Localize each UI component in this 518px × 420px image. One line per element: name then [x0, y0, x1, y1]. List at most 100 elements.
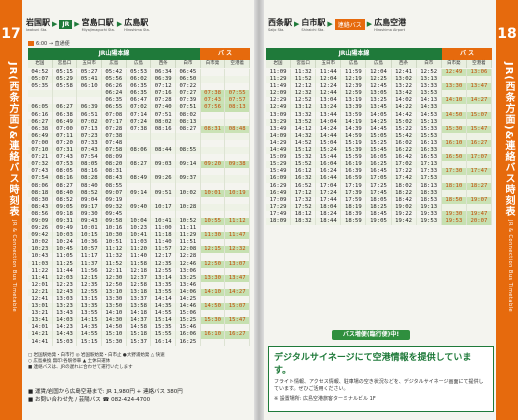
page-number-left: 17: [1, 26, 21, 42]
time-cell: 15:33: [417, 125, 442, 133]
time-cell: 11:51: [176, 239, 201, 247]
time-cell: 07:40: [151, 104, 177, 112]
time-cell: 07:57: [225, 97, 251, 105]
fare-info: ■ 運賃/岩国から広島空港まで: JR 1,980円 + 連絡バス 380円: [28, 389, 183, 395]
table-row: 13:21 13:43 13:55 14:10 14:18 14:55 15:06: [28, 310, 251, 318]
time-cell: 08:56: [28, 210, 53, 218]
time-cell: 14:27: [225, 288, 251, 296]
column-header: 西条: [392, 60, 417, 68]
route-strip-right: 西条駅 Saijo Sta. ▶ 白市駅 Shiraichi Sta. ▶ 連絡バス…: [268, 10, 494, 38]
time-cell: 17:19: [341, 182, 367, 190]
time-cell: 08:20: [102, 161, 127, 169]
time-cell: 15:30: [200, 317, 226, 325]
left-page: 岩国駅 Iwakuni Sta. ▶ JR ▶ 宮島口駅 Miyajimaguchi…: [22, 0, 254, 420]
time-cell: 08:40: [53, 189, 78, 197]
time-cell: 16:13: [417, 139, 442, 148]
time-cell: 06:38: [28, 125, 53, 133]
time-cell: 07:51: [176, 104, 201, 112]
time-cell: 10:04: [127, 217, 152, 226]
time-cell: [442, 132, 467, 140]
time-cell: 11:11: [176, 225, 201, 233]
time-cell: 07:22: [176, 83, 201, 91]
time-cell: 07:02: [127, 104, 152, 112]
time-cell: 08:48: [225, 125, 251, 133]
right-vertical-title: JR(西条方面)&連絡バス時刻表: [503, 62, 514, 218]
time-cell: 18:50: [441, 196, 467, 204]
time-cell: 09:20: [200, 161, 226, 169]
time-cell: 13:10: [102, 288, 127, 296]
right-timetable: 11:09 11:32 11:44 11:59 12:04 12:41 12:52 12:49…: [266, 69, 492, 226]
arrow-icon: ▶: [366, 20, 373, 28]
table-row: 09:42 10:03 10:15 10:30 10:41 11:18 11:29 11:30…: [28, 232, 251, 240]
time-cell: 16:25: [176, 338, 201, 346]
time-cell: 15:18: [127, 331, 152, 339]
table-row: 14:49 15:12 15:24 15:39 15:45 16:22 16:33: [266, 147, 492, 155]
column-header: 空港着: [225, 60, 251, 68]
signage-note: ※ 設置場所: 広島空港旅客ターミナルビル 1F: [274, 396, 376, 402]
table-row: 17:49 18:12 18:24 18:39 18:45 19:22 19:33 19:30…: [266, 210, 492, 218]
table-row: 06:24 06:35 07:16 07:27 07:38 07:55: [28, 90, 251, 98]
time-cell: 18:12: [291, 210, 317, 218]
time-cell: 09:26: [151, 175, 177, 183]
time-cell: 08:52: [77, 189, 103, 197]
time-cell: 07:33: [77, 139, 103, 148]
table-row: 07:00 07:20 07:33 07:48: [28, 139, 251, 148]
time-cell: 16:33: [417, 147, 442, 155]
table-row: 09:26 09:49 10:01 10:16 10:23 11:00 11:11: [28, 225, 251, 233]
time-cell: 17:45: [366, 189, 392, 197]
time-cell: 13:06: [176, 267, 201, 275]
time-cell: 13:29: [266, 118, 292, 126]
table-row: 16:09 16:32 16:44 16:59 17:05 17:42 17:53: [266, 175, 492, 183]
time-cell: 14:37: [127, 317, 152, 325]
stop-miyajimaguchi: 宮島口駅 Miyajimaguchi Sta.: [81, 17, 115, 32]
time-cell: 12:09: [266, 90, 292, 98]
left-footer: ■ 運賃/岩国から広島空港まで: JR 1,980円 + 連絡バス 380円 ■…: [28, 388, 250, 404]
time-cell: 18:44: [316, 217, 342, 226]
time-cell: 10:23: [127, 225, 152, 233]
time-cell: 09:49: [53, 225, 78, 233]
time-cell: 14:10: [200, 288, 226, 296]
time-cell: 11:40: [151, 239, 177, 247]
time-cell: [201, 267, 226, 275]
column-header: 岩国: [28, 60, 53, 68]
time-cell: 16:52: [291, 182, 317, 190]
time-cell: 10:36: [77, 239, 103, 247]
time-cell: 09:40: [127, 203, 152, 211]
time-cell: 16:27: [225, 331, 251, 339]
time-cell: 12:04: [366, 69, 392, 77]
time-cell: [442, 147, 467, 155]
time-cell: 15:42: [392, 132, 417, 140]
time-cell: 16:12: [291, 168, 317, 176]
time-cell: 10:16: [102, 225, 127, 233]
time-cell: [201, 182, 226, 190]
time-cell: 15:25: [366, 139, 392, 148]
time-cell: [225, 69, 251, 77]
time-cell: 16:53: [417, 154, 442, 162]
time-cell: 14:35: [151, 303, 177, 311]
time-cell: 17:30: [441, 168, 467, 176]
table-row: 12:49 13:12 13:24 13:39 13:45 14:22 14:33: [266, 104, 492, 112]
time-cell: 09:43: [77, 217, 103, 226]
time-cell: 08:02: [151, 118, 177, 126]
time-cell: 13:58: [127, 303, 152, 311]
arrow-icon: ▶: [116, 20, 123, 28]
table-row: 08:43 09:05 09:17 09:32 09:40 10:17 10:28: [28, 203, 251, 211]
time-cell: [225, 203, 251, 211]
time-cell: 19:22: [392, 210, 417, 218]
time-cell: 12:55: [151, 267, 177, 275]
time-cell: [176, 196, 201, 204]
time-cell: 12:46: [176, 260, 201, 268]
time-cell: 15:06: [176, 310, 201, 318]
time-cell: 08:16: [53, 175, 78, 183]
time-cell: 07:54: [77, 154, 103, 162]
time-cell: [201, 76, 226, 84]
table-row: 18:09 18:32 18:44 18:59 19:05 19:42 19:53 19:53…: [266, 217, 492, 226]
time-cell: 08:31: [200, 125, 226, 133]
time-cell: 14:15: [77, 317, 103, 325]
time-cell: 15:13: [417, 118, 442, 126]
connection-bus-badge: 連絡バス: [334, 18, 365, 30]
time-cell: 19:42: [392, 217, 417, 226]
time-cell: [201, 210, 226, 218]
time-cell: 12:43: [53, 288, 78, 296]
time-cell: 13:23: [53, 303, 78, 311]
